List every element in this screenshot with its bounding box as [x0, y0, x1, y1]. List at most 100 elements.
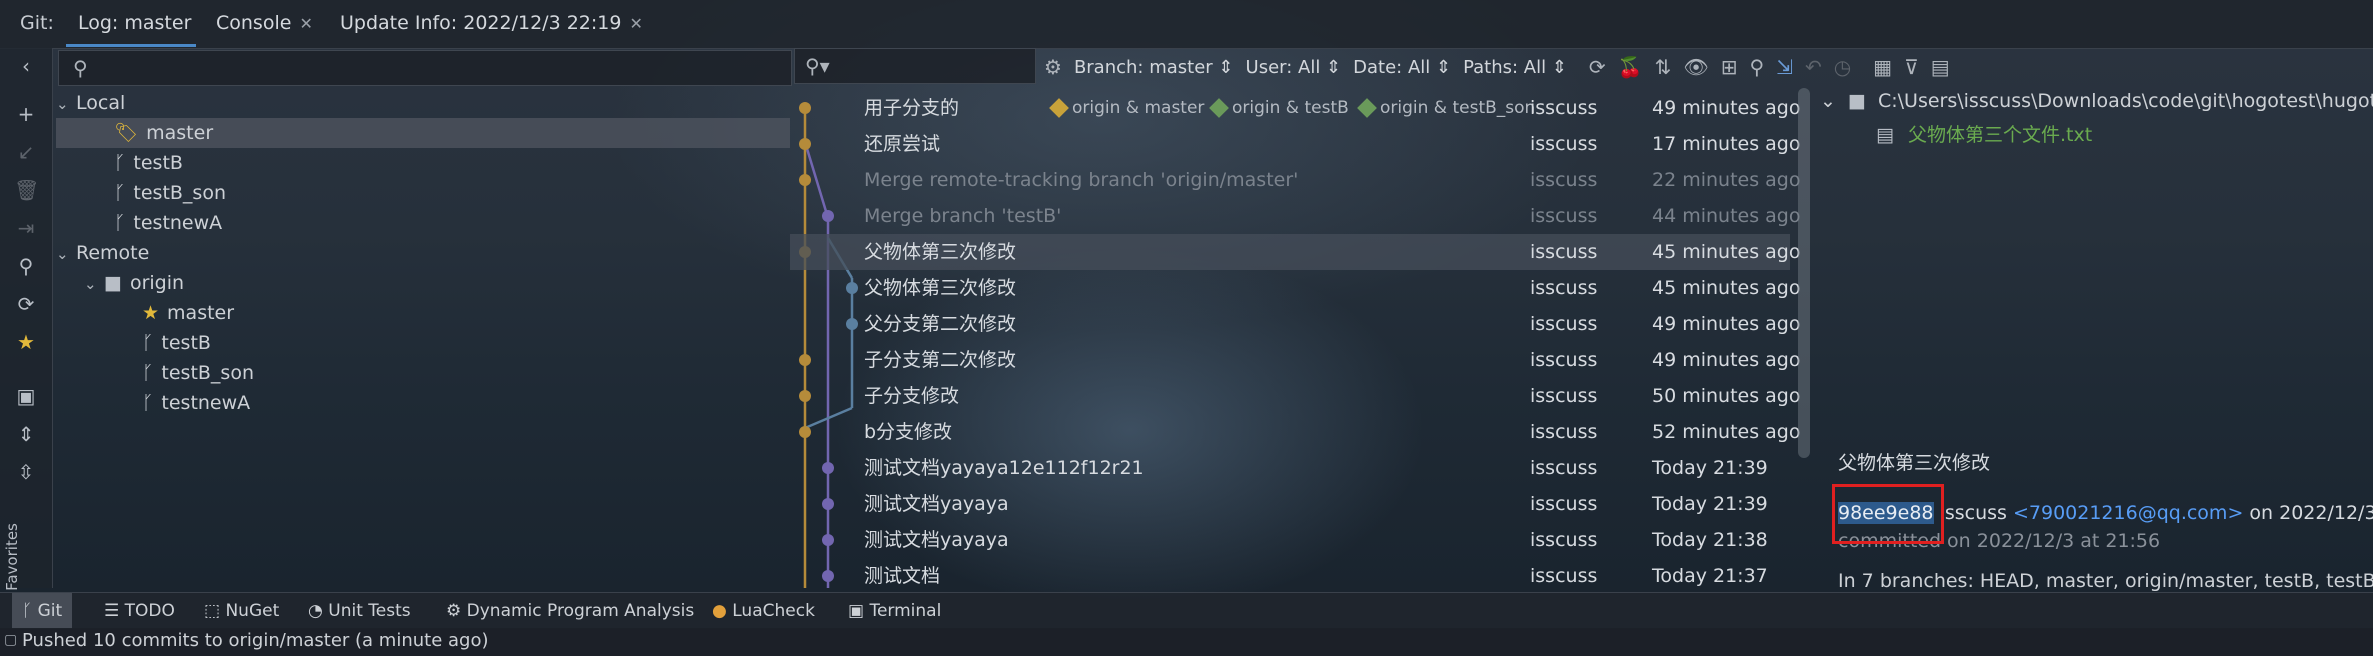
tree-item-local-testB_son[interactable]: ᚴ testB_son [114, 178, 226, 208]
tool-label: TODO [124, 601, 175, 621]
tab-update-info[interactable]: Update Info: 2022/12/3 22:19 ✕ [340, 12, 643, 34]
new-tab-icon[interactable]: ⊞ [1721, 55, 1738, 79]
layout-icon[interactable]: ▤ [1931, 55, 1950, 79]
close-icon[interactable]: ✕ [299, 14, 312, 33]
tool-label: Git [37, 601, 63, 621]
tree-label: Local [76, 92, 126, 114]
settings-gear-icon[interactable]: ⚙ [1044, 55, 1062, 79]
sort-icon[interactable]: ⇅ [1655, 55, 1672, 79]
group-by-directory-icon[interactable]: ▣ [14, 384, 38, 408]
author-email-link[interactable]: <790021216@qq.com> [2013, 502, 2243, 524]
search-icon[interactable]: ⚲ [1750, 55, 1765, 79]
commit-date: 45 minutes ago [1652, 277, 1801, 299]
tool-terminal[interactable]: ▣ Terminal [848, 593, 941, 629]
tree-label: testnewA [133, 212, 223, 234]
tool-label: Terminal [869, 601, 942, 621]
tab-console[interactable]: Console ✕ [216, 12, 313, 34]
tab-label: Console [216, 12, 292, 34]
commit-row[interactable]: 子分支修改 isscuss 50 minutes ago [790, 378, 1801, 414]
tree-node-origin[interactable]: ⌄ ■ origin [84, 268, 184, 298]
commit-author: isscuss [1530, 529, 1598, 551]
refresh-icon[interactable]: ⟳ [1589, 55, 1606, 79]
commit-row[interactable]: 父物体第三次修改 isscuss 45 minutes ago [790, 270, 1801, 306]
tree-label: master [167, 302, 235, 324]
undo-icon[interactable]: ↶ [1805, 55, 1822, 79]
eye-icon[interactable]: 👁 [1683, 55, 1708, 79]
chevron-down-icon[interactable]: ⌄ [56, 89, 76, 119]
commit-row[interactable]: 还原尝试 isscuss 17 minutes ago [790, 126, 1801, 162]
tree-item-origin-testB[interactable]: ᚴ testB [142, 328, 211, 358]
tool-git[interactable]: ᚴ Git [12, 593, 73, 629]
tree-node-remote[interactable]: ⌄ Remote [56, 238, 149, 268]
commit-row[interactable]: Merge remote-tracking branch 'origin/mas… [790, 162, 1801, 198]
chevron-down-icon[interactable]: ⌄ [84, 269, 104, 299]
status-toggle-icon[interactable]: ▢ [4, 632, 17, 648]
commit-subject: Merge remote-tracking branch 'origin/mas… [864, 169, 1299, 191]
tree-item-local-testnewA[interactable]: ᚴ testnewA [114, 208, 222, 238]
commit-subject: 子分支第二次修改 [864, 349, 1017, 371]
commit-row[interactable]: 测试文档 isscuss Today 21:37 [790, 558, 1790, 590]
tag-icon [1357, 98, 1377, 118]
commit-row[interactable]: 用子分支的 origin & master origin & testB ori… [790, 90, 1801, 126]
commit-subject: 父物体第三次修改 [864, 277, 1017, 299]
search-history-icon[interactable]: ⚲▾ [805, 54, 830, 78]
expand-all-icon[interactable]: ⇕ [14, 422, 38, 446]
fetch-icon[interactable]: ⟳ [14, 292, 38, 316]
log-scrollbar[interactable] [1798, 88, 1810, 458]
user-filter-dropdown[interactable]: User: All ⇕ [1246, 57, 1342, 78]
tool-unit-tests[interactable]: ◔ Unit Tests [308, 593, 411, 629]
tree-label: testnewA [161, 392, 251, 414]
tree-node-local[interactable]: ⌄ Local [56, 88, 125, 118]
commit-row[interactable]: Merge branch 'testB' isscuss 44 minutes … [790, 198, 1801, 234]
changed-files-root[interactable]: ⌄ ■ C:\Users\isscuss\Downloads\code\git\… [1820, 90, 2373, 112]
tool-dynamic-program-analysis[interactable]: ⚙ Dynamic Program Analysis [446, 593, 694, 629]
close-icon[interactable]: ✕ [629, 14, 642, 33]
branch-filter-dropdown[interactable]: Branch: master ⇕ [1074, 57, 1234, 78]
log-filter-field[interactable]: ⚲▾ [794, 48, 1036, 84]
commit-row[interactable]: 测试文档yayaya isscuss Today 21:39 [790, 486, 1790, 522]
commit-row[interactable]: b分支修改 isscuss 52 minutes ago [790, 414, 1801, 450]
commit-row[interactable]: 子分支第二次修改 isscuss 49 minutes ago [790, 342, 1801, 378]
tree-label: testB_son [133, 182, 226, 204]
branch-icon: ᚴ [22, 601, 33, 621]
commit-row[interactable]: 测试文档yayaya12e112f12r21 isscuss Today 21:… [790, 450, 1790, 486]
commit-date: 49 minutes ago [1652, 349, 1801, 371]
tree-label: testB [161, 332, 211, 354]
tree-item-local-testB[interactable]: ᚴ testB [114, 148, 183, 178]
tool-label: LuaCheck [732, 601, 815, 621]
branch-filter-label: Branch: master [1073, 56, 1213, 78]
tool-nuget[interactable]: ⬚ NuGet [204, 593, 279, 629]
commit-details-panel: ⌄ ■ C:\Users\isscuss\Downloads\code\git\… [1812, 88, 2373, 592]
history-icon[interactable]: ◷ [1834, 55, 1851, 79]
star-icon[interactable]: ★ [14, 330, 38, 354]
new-branch-icon[interactable]: + [14, 102, 38, 126]
search-icon[interactable]: ⚲ [14, 254, 38, 278]
tree-item-origin-master[interactable]: ★ master [142, 298, 234, 328]
commit-row[interactable]: 父分支第二次修改 isscuss 49 minutes ago [790, 306, 1801, 342]
tool-luacheck[interactable]: ● LuaCheck [712, 593, 815, 629]
commit-row-selected[interactable]: 父物体第三次修改 isscuss 45 minutes ago [790, 234, 1801, 270]
tool-window-bar: ᚴ Git ☰ TODO ⬚ NuGet ◔ Unit Tests ⚙ Dyna… [0, 592, 2373, 629]
merge-icon[interactable]: ⇥ [14, 216, 38, 240]
collapse-panel-icon[interactable]: ‹ [14, 54, 38, 78]
tree-item-origin-testB_son[interactable]: ᚴ testB_son [142, 358, 254, 388]
chevron-down-icon[interactable]: ⌄ [1820, 90, 1836, 112]
favorites-side-tab[interactable]: Favorites [3, 523, 21, 591]
chevron-down-icon[interactable]: ⌄ [56, 239, 76, 269]
delete-icon[interactable]: 🗑 [14, 178, 39, 202]
tab-log-master[interactable]: Log: master [78, 12, 191, 34]
branch-search-field[interactable]: ⚲ [58, 50, 792, 86]
date-filter-dropdown[interactable]: Date: All ⇕ [1353, 57, 1451, 78]
collapse-all-icon[interactable]: ⇳ [14, 460, 38, 484]
group-icon[interactable]: ▦ [1873, 55, 1892, 79]
tree-item-origin-testnewA[interactable]: ᚴ testnewA [142, 388, 250, 418]
checkout-icon[interactable]: ↙ [14, 140, 38, 164]
filter-icon[interactable]: ⊽ [1904, 55, 1919, 79]
paths-filter-dropdown[interactable]: Paths: All ⇕ [1463, 57, 1567, 78]
commit-row[interactable]: 测试文档yayaya isscuss Today 21:38 [790, 522, 1790, 558]
collapse-linear-icon[interactable]: ⇲ [1776, 55, 1793, 79]
cherry-pick-icon[interactable]: 🍒 [1618, 55, 1643, 79]
tree-item-local-master[interactable]: 🏷 master [56, 118, 790, 148]
changed-file-item[interactable]: ▤ 父物体第三个文件.txt [1876, 120, 2092, 147]
tool-todo[interactable]: ☰ TODO [104, 593, 175, 629]
